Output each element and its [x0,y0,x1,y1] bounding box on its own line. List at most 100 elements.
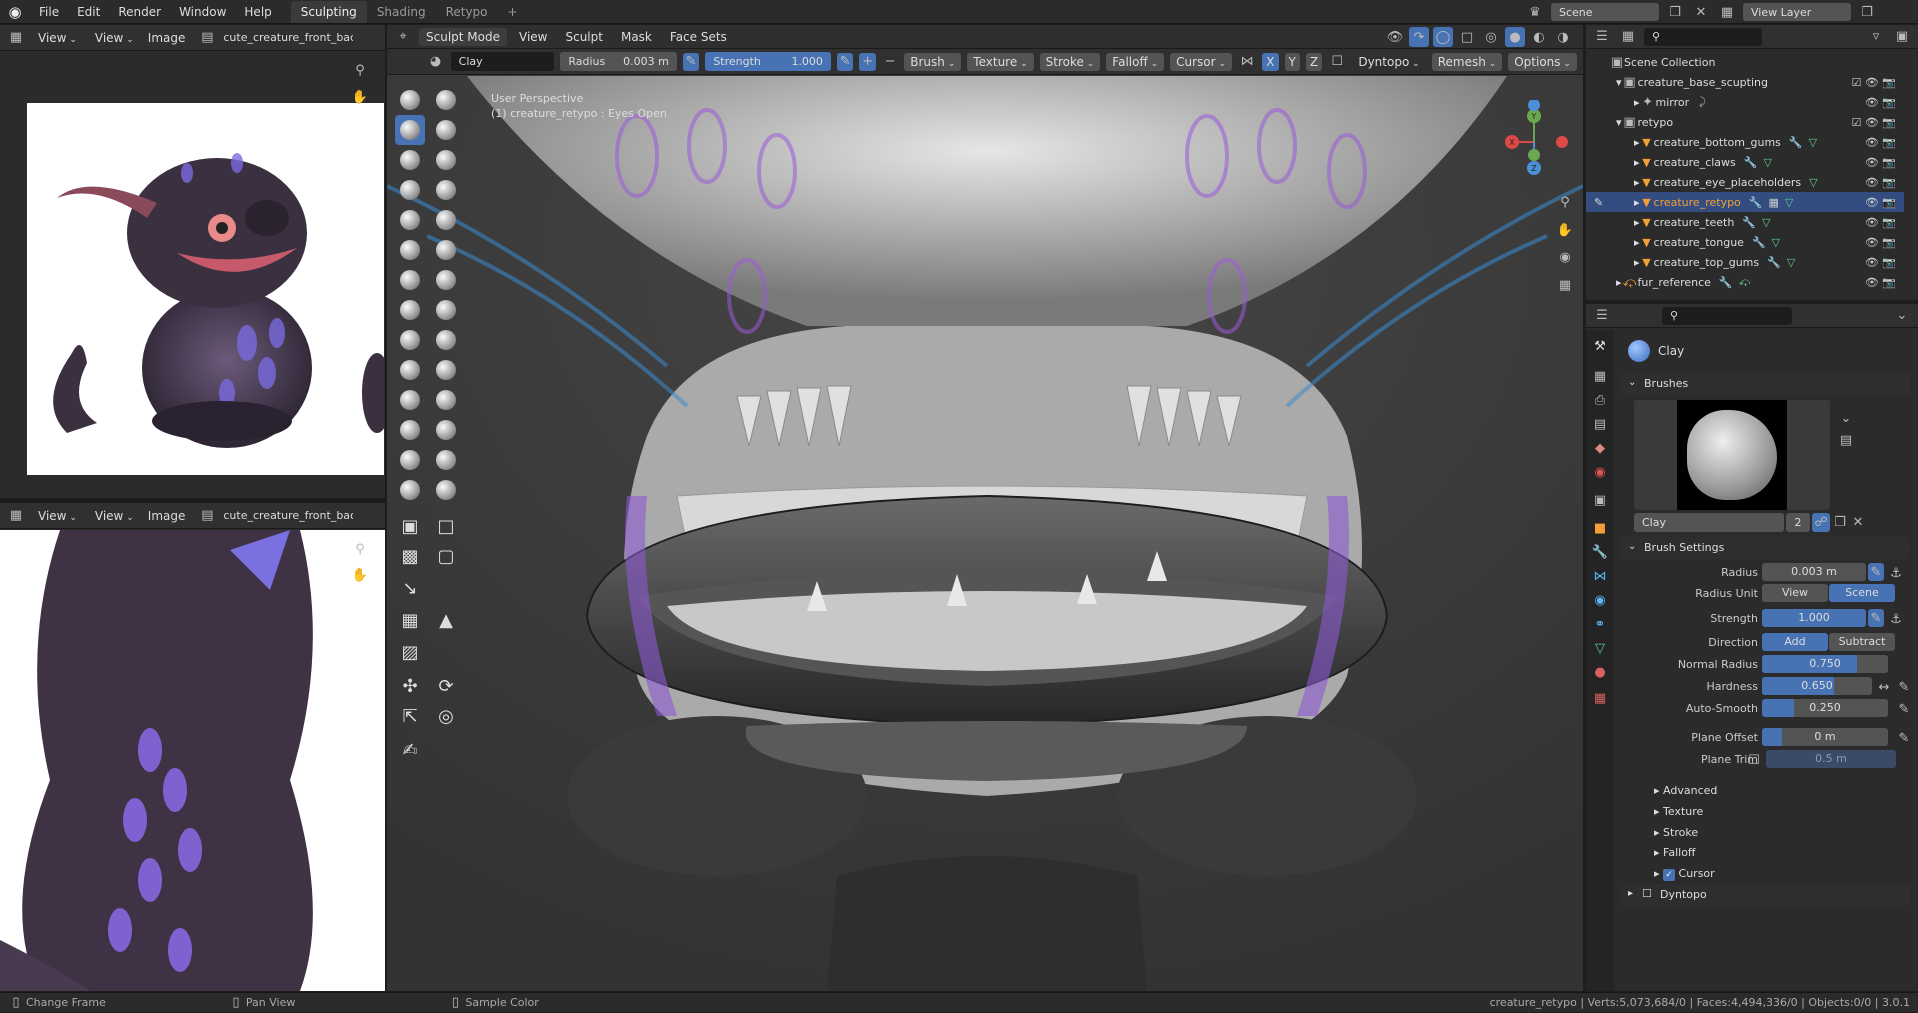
tool-cloth-filter[interactable]: ▲ [431,605,461,635]
hardness-slider[interactable]: 0.650 [1762,677,1872,695]
outliner-item-retypo[interactable]: ▾ ▣ retypo ☑ 👁 📷 [1586,112,1904,132]
radius-pressure-icon[interactable]: ✎ [682,52,700,71]
brush-name-input[interactable]: Clay [1634,513,1784,532]
tool-tab-icon[interactable]: ⚒ [1590,336,1610,356]
tool-draw-sharp[interactable] [431,85,461,115]
tool-transform[interactable]: ◎ [431,701,461,731]
dyntopo-checkbox[interactable]: ☐ [1642,887,1652,900]
tool-elastic-deform[interactable] [395,325,425,355]
tool-grab[interactable] [431,295,461,325]
outliner-item-fur-reference[interactable]: ▸ ⤽ fur_reference 🔧 ⤽ 👁 📷 [1586,272,1904,292]
tool-rotate-transform[interactable]: ⟳ [431,671,461,701]
editor-type-icon[interactable]: ▦ [6,506,26,526]
radius-unit-scene[interactable]: Scene [1829,584,1895,602]
brush-users-count[interactable]: 2 [1786,513,1810,532]
invert-icon[interactable]: ↔ [1874,677,1894,697]
brush-settings-panel-header[interactable]: ⌄ Brush Settings [1620,537,1910,559]
outliner-item-creature-base-scupting[interactable]: ▾ ▣ creature_base_scupting ☑ 👁 📷 [1586,72,1904,92]
tool-layer[interactable] [431,145,461,175]
dyntopo-panel-header[interactable]: ▸ ☐ Dyntopo [1620,884,1910,906]
checkbox-icon[interactable]: ☐ [1328,52,1346,72]
view-layer-tab-icon[interactable]: ▤ [1590,414,1610,434]
plane-trim-checkbox[interactable]: ☐ [1744,750,1764,770]
tool-clay-thumb[interactable] [395,145,425,175]
pan-hand-icon[interactable]: ✋ [350,565,370,585]
direction-subtract[interactable]: Subtract [1829,633,1895,651]
tool-nudge[interactable] [395,385,425,415]
modifier-tab-icon[interactable]: 🔧 [1590,542,1610,562]
pan-hand-icon[interactable]: ✋ [350,87,370,107]
tab-shading[interactable]: Shading [367,1,436,23]
filter-icon[interactable]: ▿ [1866,27,1886,47]
particles-tab-icon[interactable]: ⋈ [1590,566,1610,586]
image-name[interactable]: cute_creature_front_back. [223,509,353,522]
new-scene-icon[interactable]: ❐ [1665,2,1685,22]
subpanel-advanced[interactable]: ▸ Advanced [1654,784,1717,797]
outliner-root[interactable]: ▣ Scene Collection [1586,52,1904,72]
navigation-gizmo[interactable]: X Y Z [1492,100,1582,190]
menu-render[interactable]: Render [109,0,170,24]
duplicate-brush-icon[interactable]: ❐ [1830,513,1850,532]
outliner-search[interactable]: ⚲ [1644,27,1762,46]
tool-edit-face-set[interactable]: ▨ [395,637,425,667]
unlink-brush-icon[interactable]: ✕ [1848,513,1868,532]
xray-icon[interactable]: □ [1457,27,1477,47]
subpanel-cursor[interactable]: ▸ ✓ Cursor [1654,867,1715,881]
radius-lock-icon[interactable]: ⚓ [1886,563,1906,583]
options-dropdown[interactable]: Options [1508,52,1577,71]
radius-unit-view[interactable]: View [1762,584,1828,602]
tool-snake-hook[interactable] [431,325,461,355]
outliner-item-creature-bottom-gums[interactable]: ▸ ▼ creature_bottom_gums 🔧 ▽ 👁 📷 [1586,132,1904,152]
radius-value[interactable]: 0.003 m [1762,563,1866,581]
auto-smooth-pressure-icon[interactable]: ✎ [1894,699,1914,719]
solid-shading-icon[interactable]: ● [1505,27,1525,47]
scene-selector[interactable]: Scene [1551,3,1659,21]
object-tab-icon[interactable]: ■ [1590,518,1610,538]
menu-help[interactable]: Help [235,0,280,24]
view-menu[interactable]: View [89,507,136,525]
scene-tab-icon[interactable]: ◆ [1590,438,1610,458]
outliner-item-creature-top-gums[interactable]: ▸ ▼ creature_top_gums 🔧 ▽ 👁 📷 [1586,252,1904,272]
brushes-panel-header[interactable]: ⌄ Brushes [1620,373,1910,395]
subpanel-texture[interactable]: ▸ Texture [1654,805,1703,818]
image-name[interactable]: cute_creature_front_back. [223,31,353,44]
plane-offset-pressure-icon[interactable]: ✎ [1894,728,1914,748]
brush-image-icon[interactable]: ▤ [1836,430,1856,450]
zoom-view-icon[interactable]: ⚲ [1555,192,1575,212]
image-menu[interactable]: Image [142,31,192,45]
menu-sculpt[interactable]: Sculpt [559,30,608,44]
properties-search[interactable]: ⚲ [1662,306,1792,325]
outliner-item-mirror[interactable]: ▸ ✦ mirror ⤸ 👁 📷 [1586,92,1904,112]
subpanel-falloff[interactable]: ▸ Falloff [1654,846,1696,859]
physics-tab-icon[interactable]: ◉ [1590,590,1610,610]
tool-box-face-set[interactable]: ▩ [395,541,425,571]
mode-selector[interactable]: Sculpt Mode [419,27,507,46]
visibility-icon[interactable]: 👁 [1385,27,1405,47]
tool-inflate[interactable] [395,175,425,205]
visibility-eye-icon[interactable]: 👁 📷 [1865,196,1896,209]
tool-mesh-filter[interactable]: ▦ [395,605,425,635]
symmetry-z-button[interactable]: Z [1305,52,1323,71]
tool-draw-face-sets[interactable] [431,475,461,505]
visibility-eye-icon[interactable]: 👁 📷 [1865,136,1896,149]
view-mode-dropdown[interactable]: View [32,29,83,47]
3d-viewport[interactable]: ⌖ Sculpt Mode View Sculpt Mask Face Sets… [387,25,1583,991]
overlay-toggle-icon[interactable]: ◯ [1433,27,1453,47]
direction-add[interactable]: Add [1762,633,1828,651]
tool-blob[interactable] [431,175,461,205]
tool-clay[interactable] [395,115,425,145]
subpanel-stroke[interactable]: ▸ Stroke [1654,826,1698,839]
editor-type-icon[interactable]: ▦ [6,28,26,48]
view-menu[interactable]: View [89,29,136,47]
tab-sculpting[interactable]: Sculpting [290,0,367,23]
tool-pinch[interactable] [395,295,425,325]
tool-crease[interactable] [395,205,425,235]
gizmo-toggle-icon[interactable]: ↷ [1409,27,1429,47]
visibility-eye-icon[interactable]: ☑ 👁 📷 [1851,76,1896,89]
tab-retypo[interactable]: Retypo [436,1,498,23]
menu-view[interactable]: View [513,30,553,44]
symmetry-y-button[interactable]: Y [1284,52,1300,71]
wireframe-shading-icon[interactable]: ◎ [1481,27,1501,47]
material-shading-icon[interactable]: ◐ [1529,27,1549,47]
dyntopo-dropdown[interactable]: Dyntopo [1352,53,1425,71]
